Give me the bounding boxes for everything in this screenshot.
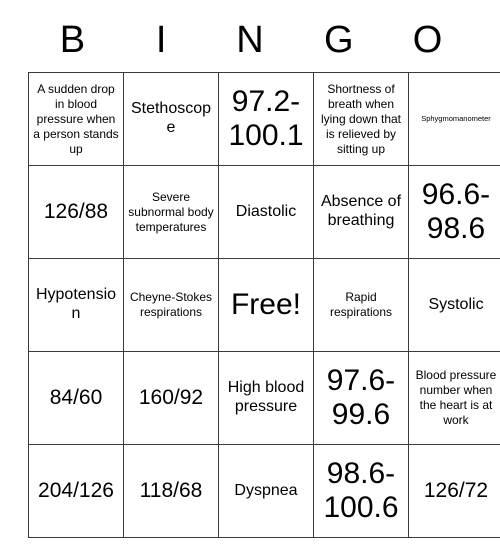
bingo-cell[interactable]: 97.2-100.1 [218,72,314,166]
bingo-cell[interactable]: 118/68 [123,444,219,538]
bingo-cell-label: 96.6-98.6 [421,177,491,245]
bingo-cell-label: Shortness of breath when lying down that… [320,81,402,156]
bingo-cell-label: 126/72 [423,479,489,503]
bingo-row: 126/88 Severe subnormal body temperatures… [28,165,500,259]
bingo-cell[interactable]: 97.6-99.6 [313,351,409,445]
bingo-cell[interactable]: Systolic [408,258,500,352]
bingo-cell-label: Blood pressure number when the heart is … [415,368,497,427]
bingo-cell-label: 97.2-100.1 [228,84,304,152]
bingo-cell[interactable]: Absence of breathing [313,165,409,259]
bingo-cell[interactable]: Hypotension [28,258,124,352]
bingo-cell[interactable]: Cheyne-Stokes respirations [123,258,219,352]
bingo-cell[interactable]: 126/88 [28,165,124,259]
bingo-cell[interactable]: 160/92 [123,351,219,445]
bingo-cell[interactable]: Blood pressure number when the heart is … [408,351,500,445]
bingo-row: Hypotension Cheyne-Stokes respirations Fre… [28,258,500,352]
bingo-cell[interactable]: A sudden drop in blood pressure when a p… [28,72,124,166]
bingo-cell-label: 84/60 [49,386,103,410]
bingo-cell-label: Diastolic [235,202,297,220]
bingo-cell[interactable]: 98.6-100.6 [313,444,409,538]
bingo-cell[interactable]: 84/60 [28,351,124,445]
bingo-header-letter-n: N [236,19,264,61]
bingo-cell-label: 98.6-100.6 [323,456,399,524]
bingo-cell[interactable]: Rapid respirations [313,258,409,352]
bingo-cell[interactable]: Dyspnea [218,444,314,538]
bingo-header: BINGO [28,8,472,72]
bingo-cell[interactable]: Sphygmomanometer [408,72,500,166]
bingo-cell-label: 118/68 [139,479,203,503]
bingo-cell-label: A sudden drop in blood pressure when a p… [33,81,119,156]
bingo-cell-label: Dyspnea [234,481,298,499]
bingo-header-letter-b: B [59,19,86,61]
bingo-cell[interactable]: High blood pressure [218,351,314,445]
bingo-cell-label: Free! [230,287,302,321]
bingo-cell-free[interactable]: Free! [218,258,314,352]
bingo-cell[interactable]: Diastolic [218,165,314,259]
bingo-cell[interactable]: 126/72 [408,444,500,538]
bingo-cell[interactable]: 204/126 [28,444,124,538]
bingo-row: 84/60 160/92 High blood pressure 97.6-99.6 B… [28,351,500,445]
bingo-cell-label: 97.6-99.6 [326,363,396,431]
bingo-header-letter-g: G [324,19,354,61]
bingo-cell-label: Absence of breathing [320,193,402,229]
bingo-row: 204/126 118/68 Dyspnea 98.6-100.6 126/72 [28,444,500,538]
bingo-cell[interactable]: 96.6-98.6 [408,165,500,259]
bingo-cell[interactable]: Shortness of breath when lying down that… [313,72,409,166]
bingo-cell-label: Stethoscope [130,100,212,136]
bingo-cell[interactable]: Stethoscope [123,72,219,166]
bingo-cell[interactable]: Severe subnormal body temperatures [123,165,219,259]
bingo-cell-label: Severe subnormal body temperatures [128,189,214,234]
bingo-grid-body: A sudden drop in blood pressure when a p… [28,72,500,538]
bingo-cell-label: Hypotension [35,286,117,322]
bingo-header-letter-i: I [155,19,167,61]
bingo-cell-label: Rapid respirations [329,290,393,319]
bingo-row: A sudden drop in blood pressure when a p… [28,72,500,166]
bingo-cell-label: Systolic [428,295,484,313]
bingo-cell-label: Cheyne-Stokes respirations [129,290,213,319]
bingo-cell-label: 204/126 [38,479,114,503]
bingo-card: B I N G O A sudden drop in blood pressure wh… [28,8,500,538]
bingo-header-letter-o: O [412,19,443,61]
bingo-cell-label: 126/88 [43,200,109,224]
bingo-cell-label: High blood pressure [227,379,305,415]
bingo-cell-label: 160/92 [138,386,204,410]
bingo-grid: A sudden drop in blood pressure when a p… [28,72,500,538]
bingo-cell-label: Sphygmomanometer [421,114,491,124]
